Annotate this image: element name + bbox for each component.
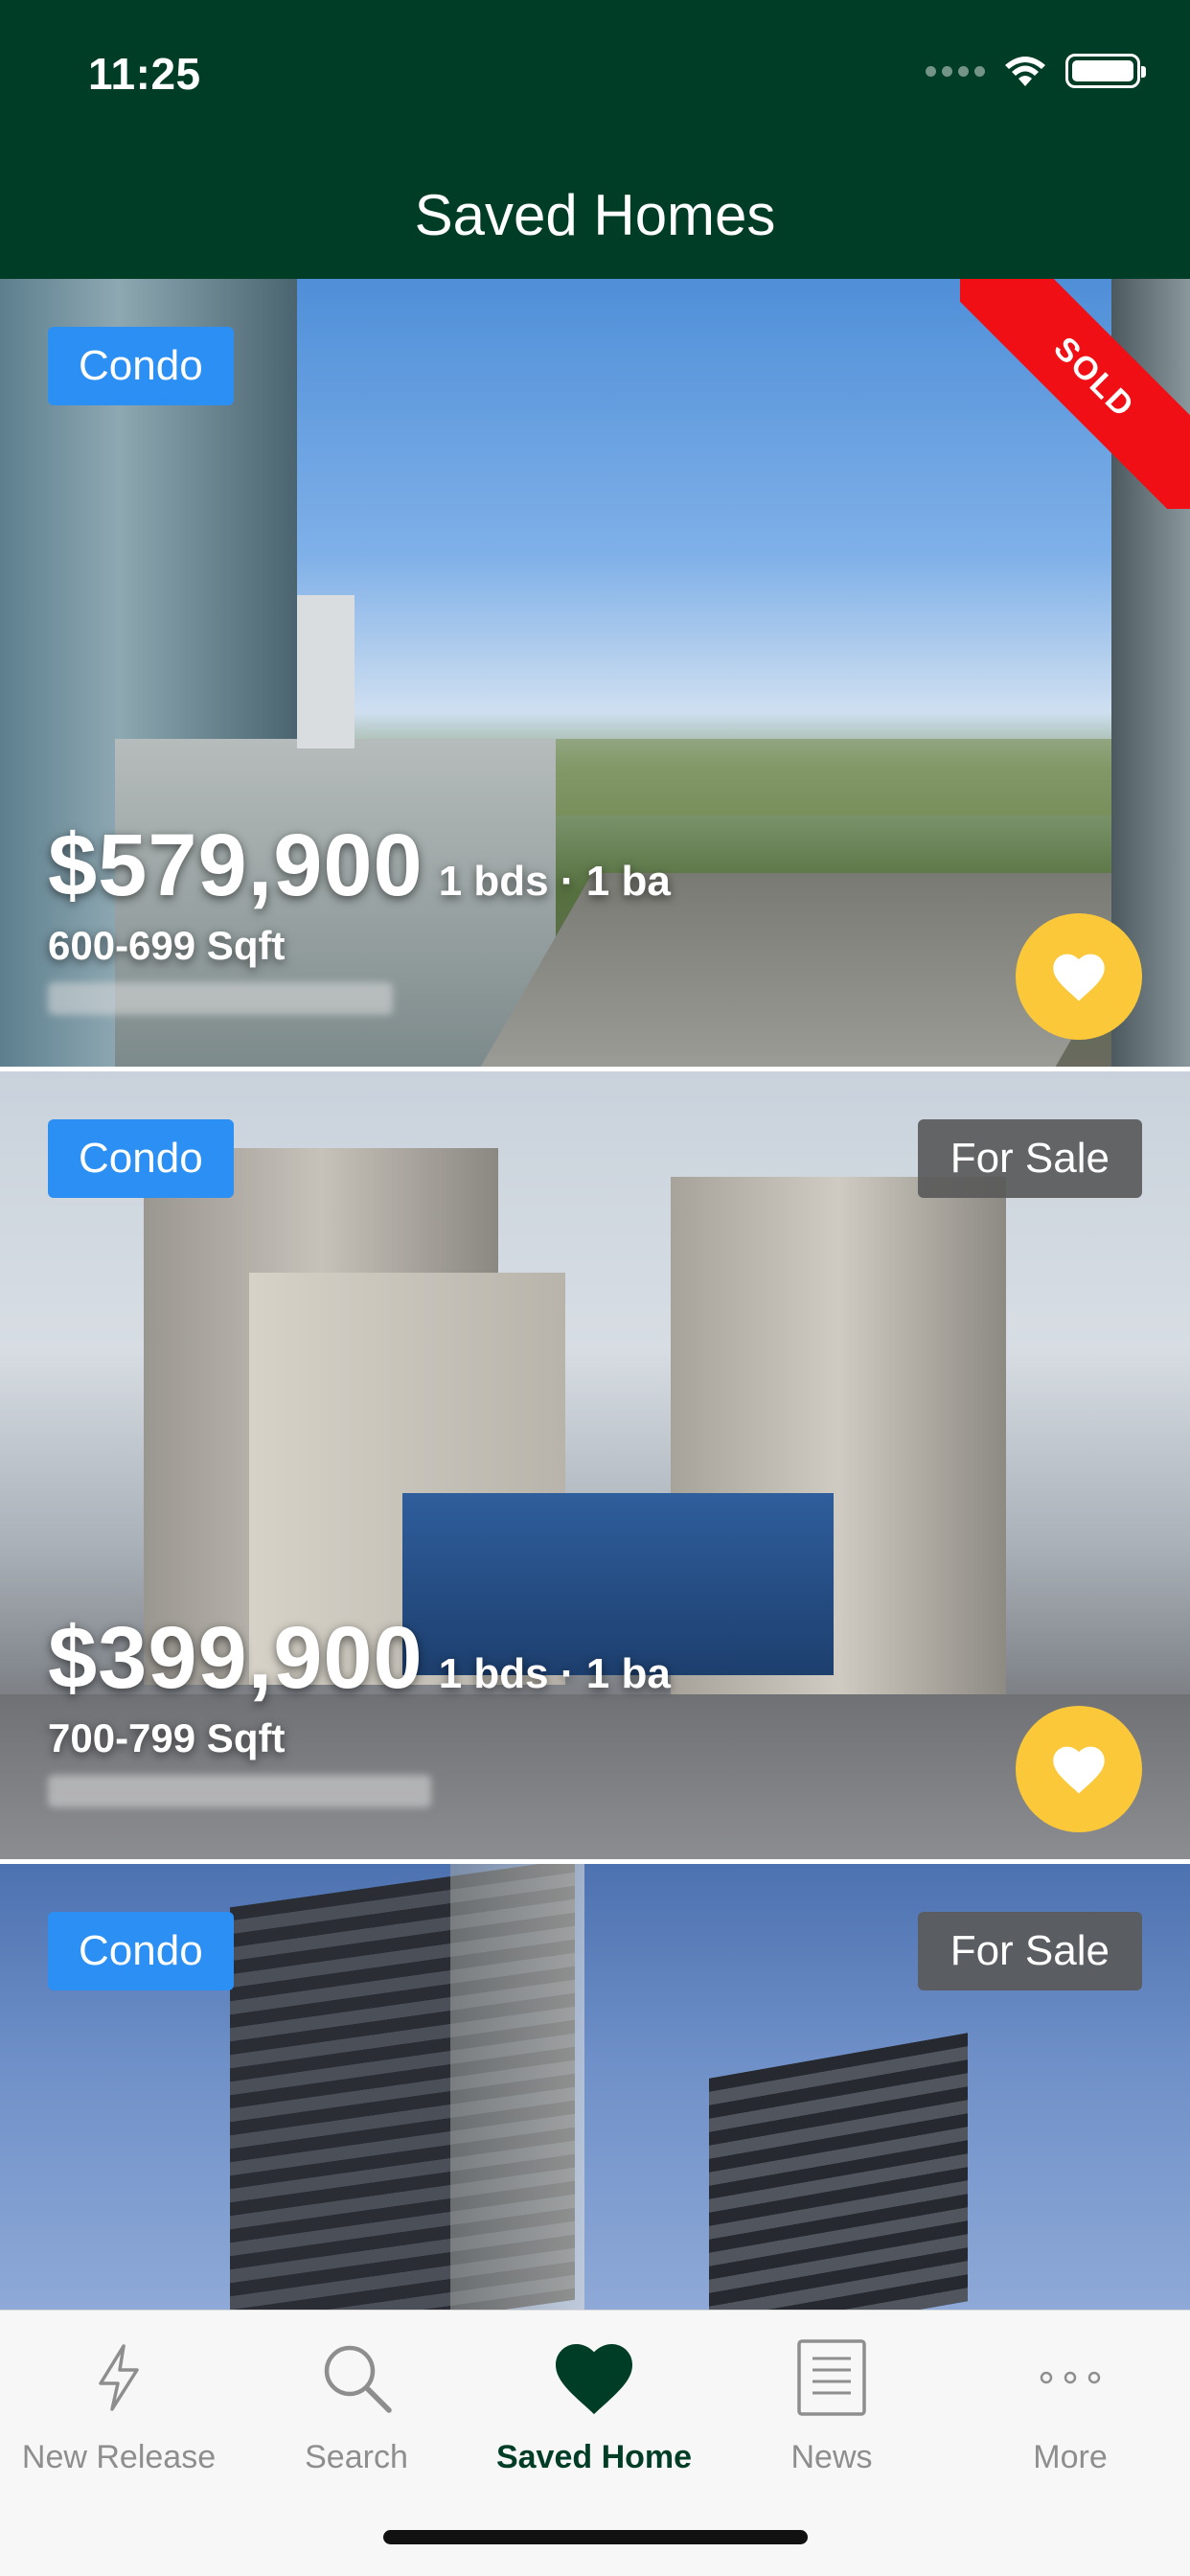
listing-card[interactable]: Condo For Sale bbox=[0, 1864, 1190, 2310]
listing-price: $579,900 bbox=[48, 816, 423, 914]
lightning-icon bbox=[99, 2344, 139, 2411]
battery-icon bbox=[1065, 54, 1146, 88]
status-time: 11:25 bbox=[88, 49, 201, 99]
property-type-badge: Condo bbox=[48, 327, 234, 405]
app-header: 11:25 Saved Homes bbox=[0, 0, 1190, 279]
tab-label: Search bbox=[305, 2439, 408, 2475]
tab-label: More bbox=[1033, 2439, 1108, 2475]
tab-more[interactable]: More bbox=[950, 2330, 1190, 2476]
tab-search[interactable]: Search bbox=[238, 2330, 475, 2476]
property-type-badge: Condo bbox=[48, 1912, 234, 1990]
search-icon bbox=[324, 2345, 392, 2413]
listing-sqft: 700-799 Sqft bbox=[48, 1715, 286, 1760]
heart-icon bbox=[556, 2343, 632, 2415]
home-indicator[interactable] bbox=[383, 2530, 808, 2544]
listing-card[interactable]: Condo For Sale $399,900 1 bds · 1 ba 700… bbox=[0, 1071, 1190, 1859]
tab-saved-home[interactable]: Saved Home bbox=[475, 2330, 713, 2476]
cellular-signal-icon bbox=[926, 65, 985, 77]
favorite-button[interactable] bbox=[1016, 913, 1142, 1040]
wifi-icon bbox=[1005, 57, 1045, 86]
sold-ribbon: SOLD bbox=[960, 279, 1190, 509]
listing-sqft: 600-699 Sqft bbox=[48, 923, 286, 968]
listing-status-badge: For Sale bbox=[917, 1912, 1142, 1990]
price-row: $399,900 1 bds · 1 ba bbox=[48, 1608, 671, 1709]
listing-card[interactable]: Condo SOLD $579,900 1 bds · 1 ba 600-699… bbox=[0, 279, 1190, 1067]
listing-address-blurred bbox=[48, 1775, 431, 1807]
more-icon bbox=[1040, 2371, 1101, 2384]
page-title: Saved Homes bbox=[414, 183, 776, 247]
tab-label: News bbox=[790, 2439, 873, 2475]
beds-baths: 1 bds · 1 ba bbox=[438, 1650, 671, 1697]
listing-address-blurred bbox=[48, 982, 393, 1015]
tab-label: New Release bbox=[21, 2439, 217, 2475]
news-icon bbox=[797, 2339, 866, 2416]
favorite-button[interactable] bbox=[1016, 1706, 1142, 1832]
listing-price: $399,900 bbox=[48, 1609, 423, 1707]
price-row: $579,900 1 bds · 1 ba bbox=[48, 816, 671, 916]
property-type-badge: Condo bbox=[48, 1119, 234, 1198]
tab-label: Saved Home bbox=[495, 2439, 693, 2475]
listing-status-badge: For Sale bbox=[917, 1119, 1142, 1198]
heart-icon bbox=[1053, 1746, 1105, 1794]
status-icons bbox=[926, 54, 1146, 88]
tab-new-release[interactable]: New Release bbox=[0, 2330, 238, 2476]
beds-baths: 1 bds · 1 ba bbox=[438, 858, 671, 905]
heart-icon bbox=[1053, 954, 1105, 1001]
sold-ribbon-label: SOLD bbox=[960, 279, 1190, 509]
tab-news[interactable]: News bbox=[713, 2330, 950, 2476]
